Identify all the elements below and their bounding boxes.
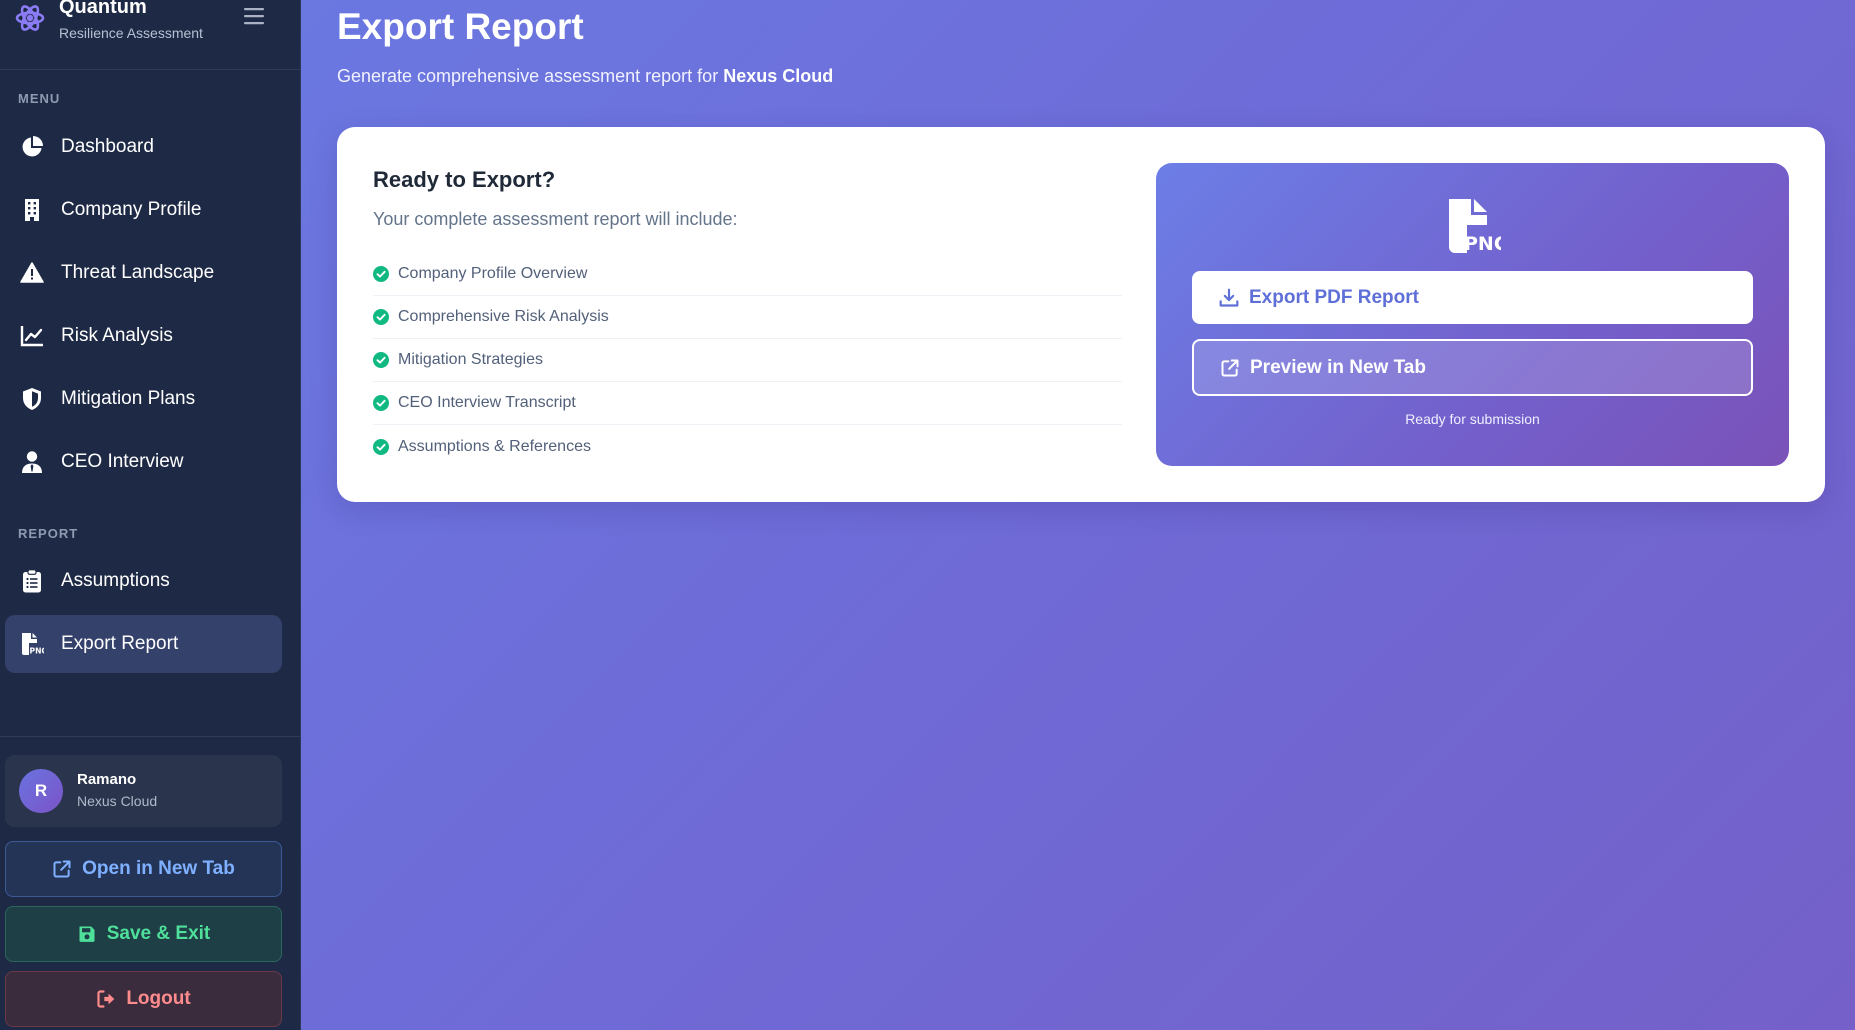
- sidebar-item-mitigation-plans[interactable]: Mitigation Plans: [5, 370, 282, 428]
- preview-new-tab-button[interactable]: Preview in New Tab: [1192, 339, 1753, 396]
- list-item: Mitigation Strategies: [373, 339, 1122, 382]
- download-icon: [1219, 288, 1239, 307]
- menu-section-label: MENU: [18, 91, 61, 106]
- report-contents-list: Company Profile Overview Comprehensive R…: [373, 253, 1122, 468]
- export-pdf-label: Export PDF Report: [1249, 286, 1419, 308]
- save-exit-button[interactable]: Save & Exit: [5, 906, 282, 962]
- open-in-new-tab-label: Open in New Tab: [82, 858, 235, 879]
- hamburger-menu-icon[interactable]: [242, 4, 266, 28]
- page-subtitle: Generate comprehensive assessment report…: [337, 66, 833, 87]
- list-item: Comprehensive Risk Analysis: [373, 296, 1122, 339]
- list-item-text: Mitigation Strategies: [398, 351, 543, 368]
- card-title: Ready to Export?: [373, 167, 556, 192]
- check-circle-icon: [373, 395, 389, 411]
- external-link-icon: [53, 860, 71, 878]
- sidebar-item-label: Export Report: [61, 633, 179, 654]
- user-profile-card[interactable]: R Ramano Nexus Cloud: [5, 755, 282, 827]
- export-card: Ready to Export? Your complete assessmen…: [337, 127, 1825, 502]
- shield-icon: [23, 388, 41, 410]
- company-name: Nexus Cloud: [723, 66, 834, 86]
- brand-subtitle: Resilience Assessment: [59, 25, 203, 41]
- list-item: Company Profile Overview: [373, 253, 1122, 296]
- chart-pie-icon: [22, 136, 43, 157]
- list-item: CEO Interview Transcript: [373, 382, 1122, 425]
- external-link-icon: [1221, 359, 1239, 376]
- sidebar-item-label: Mitigation Plans: [61, 388, 196, 409]
- sidebar-item-label: Threat Landscape: [61, 262, 215, 283]
- brand-header: Quantum Resilience Assessment: [0, 0, 301, 70]
- logout-label: Logout: [126, 988, 191, 1009]
- page-subtitle-text: Generate comprehensive assessment report…: [337, 66, 719, 86]
- sidebar-item-label: Company Profile: [61, 199, 202, 220]
- card-subtitle: Your complete assessment report will inc…: [373, 209, 738, 229]
- list-item-text: Company Profile Overview: [398, 265, 588, 282]
- sidebar-divider: [0, 736, 301, 737]
- file-png-icon: PNG: [22, 633, 45, 656]
- sidebar-item-risk-analysis[interactable]: Risk Analysis: [5, 307, 282, 365]
- sidebar-item-ceo-interview[interactable]: CEO Interview: [5, 433, 282, 491]
- sidebar-item-label: Dashboard: [61, 136, 154, 157]
- sidebar-item-dashboard[interactable]: Dashboard: [5, 118, 282, 176]
- list-item-text: CEO Interview Transcript: [398, 394, 576, 411]
- sidebar-item-company-profile[interactable]: Company Profile: [5, 181, 282, 239]
- list-item-text: Comprehensive Risk Analysis: [398, 308, 609, 325]
- building-icon: [25, 199, 39, 221]
- save-floppy-icon: [79, 926, 95, 942]
- sidebar: Quantum Resilience Assessment MENU Dashb…: [0, 0, 301, 1030]
- clipboard-list-icon: [23, 569, 41, 593]
- page-title: Export Report: [337, 6, 584, 47]
- file-png-icon: PNG: [1449, 199, 1501, 255]
- sidebar-item-export-report[interactable]: PNG Export Report: [5, 615, 282, 673]
- brand-title: Quantum: [59, 0, 147, 18]
- export-status-text: Ready for submission: [1405, 411, 1540, 427]
- check-circle-icon: [373, 266, 389, 282]
- atom-logo-icon: [15, 5, 45, 31]
- warning-triangle-icon: [20, 262, 44, 283]
- export-panel: PNG Export PDF Report Preview in New Tab…: [1156, 163, 1789, 466]
- check-circle-icon: [373, 309, 389, 325]
- sidebar-item-label: Assumptions: [61, 570, 170, 591]
- sidebar-item-threat-landscape[interactable]: Threat Landscape: [5, 244, 282, 302]
- svg-text:PNG: PNG: [1464, 233, 1501, 255]
- sidebar-item-label: Risk Analysis: [61, 325, 173, 346]
- check-circle-icon: [373, 352, 389, 368]
- open-in-new-tab-button[interactable]: Open in New Tab: [5, 841, 282, 897]
- preview-new-tab-label: Preview in New Tab: [1250, 356, 1426, 378]
- logout-button[interactable]: Logout: [5, 971, 282, 1027]
- user-company: Nexus Cloud: [77, 793, 158, 809]
- report-section-label: REPORT: [18, 526, 79, 541]
- list-item-text: Assumptions & References: [398, 437, 591, 455]
- user-name: Ramano: [77, 771, 137, 788]
- sidebar-item-label: CEO Interview: [61, 451, 184, 472]
- sidebar-item-assumptions[interactable]: Assumptions: [5, 552, 282, 610]
- sign-out-icon: [97, 990, 115, 1008]
- svg-text:PNG: PNG: [30, 647, 45, 656]
- check-circle-icon: [373, 438, 389, 455]
- user-tie-icon: [22, 451, 42, 473]
- export-pdf-button[interactable]: Export PDF Report: [1192, 271, 1753, 324]
- save-exit-label: Save & Exit: [106, 923, 211, 944]
- avatar: R: [19, 769, 63, 813]
- line-chart-icon: [20, 326, 43, 347]
- list-item: Assumptions & References: [373, 425, 1122, 468]
